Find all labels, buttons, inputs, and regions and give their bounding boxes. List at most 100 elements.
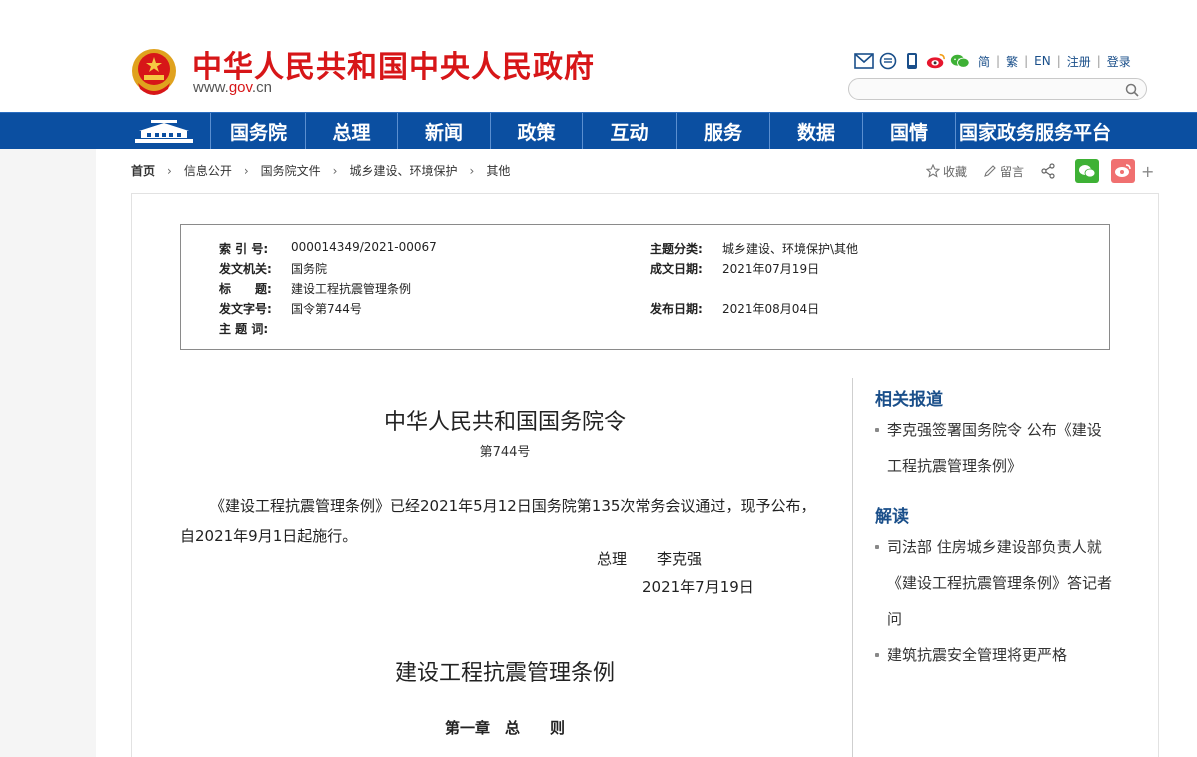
nav-item[interactable]: 数据	[770, 113, 863, 149]
interpretation-heading: 解读	[875, 507, 909, 527]
share-more-icon[interactable]: +	[1141, 162, 1154, 181]
order-title: 中华人民共和国国务院令	[383, 410, 626, 435]
register-link[interactable]: 注册	[1067, 53, 1091, 70]
meta-created-label: 成文日期:	[650, 262, 703, 276]
signature-name: 总理 李克强	[597, 550, 703, 568]
breadcrumb-link[interactable]: 国务院文件	[261, 162, 321, 179]
breadcrumb-separator-icon: ›	[243, 163, 249, 178]
site-header: 中华人民共和国中央人民政府 www.gov.cn 简 | 繁 | EN | 注册…	[0, 0, 1197, 112]
meta-docno-label: 发文字号:	[219, 302, 272, 316]
separator: |	[1024, 54, 1029, 68]
meta-topic-label: 主题分类:	[650, 242, 703, 256]
share-tools: 收藏 留言 +	[926, 159, 1154, 183]
nav-item[interactable]: 总理	[306, 113, 398, 149]
nav-item[interactable]: 新闻	[398, 113, 491, 149]
meta-published-value: 2021年08月04日	[722, 302, 820, 316]
sidebar-link[interactable]: 李克强签署国务院令 公布《建设工程抗震管理条例》	[875, 412, 1115, 484]
related-reports-list: 李克强签署国务院令 公布《建设工程抗震管理条例》	[875, 412, 1115, 484]
signature-date: 2021年7月19日	[642, 578, 754, 596]
meta-created-value: 2021年07月19日	[722, 262, 820, 276]
wechat-icon[interactable]	[950, 51, 970, 71]
document-meta: 索 引 号: 000014349/2021-00067 主题分类: 城乡建设、环…	[180, 224, 1110, 350]
nav-items: 国务院 总理 新闻 政策 互动 服务 数据 国情 国家政务服务平台	[212, 113, 1114, 149]
meta-title-label: 标 题:	[219, 282, 272, 296]
meta-docno-value: 国令第744号	[291, 302, 362, 316]
share-wechat-icon[interactable]	[1075, 159, 1100, 183]
regulation-title: 建设工程抗震管理条例	[394, 661, 615, 686]
nav-item[interactable]: 服务	[677, 113, 770, 149]
meta-published-row: 发布日期: 2021年08月04日	[650, 300, 819, 317]
meta-index-row: 索 引 号: 000014349/2021-00067	[219, 240, 437, 257]
favorite-label: 收藏	[943, 164, 968, 179]
comment-button[interactable]: 留言	[983, 163, 1024, 180]
mobile-icon[interactable]	[902, 51, 922, 71]
url-gov: gov	[228, 79, 252, 96]
mail-icon[interactable]	[854, 51, 874, 71]
order-paragraph: 《建设工程抗震管理条例》已经2021年5月12日国务院第135次常务会议通过，现…	[180, 497, 816, 545]
meta-index-label: 索 引 号:	[219, 242, 269, 256]
lang-simplified-link[interactable]: 简	[978, 53, 990, 70]
meta-issuer-row: 发文机关: 国务院	[219, 260, 327, 277]
language-links: 简 | 繁 | EN | 注册 | 登录	[978, 53, 1131, 70]
nav-item[interactable]: 国家政务服务平台	[956, 113, 1114, 149]
meta-title-value: 建设工程抗震管理条例	[291, 282, 412, 296]
breadcrumb: 首页 › 信息公开 › 国务院文件 › 城乡建设、环境保护 › 其他	[131, 162, 510, 179]
meta-index-value: 000014349/2021-00067	[291, 240, 437, 254]
url-cn: .cn	[251, 79, 272, 96]
nav-item[interactable]: 国务院	[212, 113, 306, 149]
separator: |	[1056, 54, 1061, 68]
national-emblem-icon	[132, 49, 176, 95]
meta-docno-row: 发文字号: 国令第744号	[219, 300, 362, 317]
sidebar-link[interactable]: 建筑抗震安全管理将更严格	[875, 637, 1115, 673]
order-number: 第744号	[479, 445, 531, 460]
site-url: www.gov.cn	[193, 79, 272, 96]
share-weibo-icon[interactable]	[1111, 159, 1136, 183]
separator: |	[1096, 54, 1101, 68]
breadcrumb-link[interactable]: 城乡建设、环境保护	[349, 162, 457, 179]
meta-title-row: 标 题: 建设工程抗震管理条例	[219, 280, 411, 297]
top-tools: 简 | 繁 | EN | 注册 | 登录	[854, 50, 1131, 72]
search-input[interactable]	[859, 81, 1119, 97]
meta-topic-row: 主题分类: 城乡建设、环境保护\其他	[650, 240, 858, 257]
breadcrumb-link[interactable]: 首页	[131, 162, 155, 179]
nav-item[interactable]: 国情	[863, 113, 956, 149]
share-icon	[1041, 163, 1055, 179]
login-link[interactable]: 登录	[1107, 53, 1131, 70]
page: 中华人民共和国中央人民政府 www.gov.cn 简 | 繁 | EN | 注册…	[0, 0, 1197, 757]
meta-topic-value: 城乡建设、环境保护\其他	[722, 242, 859, 256]
interpretation-list: 司法部 住房城乡建设部负责人就《建设工程抗震管理条例》答记者问 建筑抗震安全管理将…	[875, 529, 1115, 673]
meta-created-row: 成文日期: 2021年07月19日	[650, 260, 819, 277]
meta-published-label: 发布日期:	[650, 302, 703, 316]
search-box	[848, 78, 1147, 100]
chapter-heading: 第一章 总 则	[444, 719, 565, 737]
meta-keywords-row: 主 题 词:	[219, 320, 291, 337]
separator: |	[996, 54, 1001, 68]
message-icon[interactable]	[878, 51, 898, 71]
breadcrumb-separator-icon: ›	[167, 163, 172, 178]
weibo-icon[interactable]	[926, 51, 946, 71]
meta-issuer-value: 国务院	[291, 262, 328, 276]
star-icon	[926, 164, 940, 178]
sidebar-link[interactable]: 司法部 住房城乡建设部负责人就《建设工程抗震管理条例》答记者问	[875, 529, 1115, 637]
sidebar-divider	[852, 378, 853, 757]
pencil-icon	[984, 165, 996, 177]
related-reports-heading: 相关报道	[875, 390, 943, 410]
url-www: www.	[193, 79, 229, 96]
left-gutter	[0, 149, 96, 757]
lang-traditional-link[interactable]: 繁	[1006, 53, 1018, 70]
favorite-button[interactable]: 收藏	[926, 163, 967, 180]
breadcrumb-link[interactable]: 信息公开	[184, 162, 232, 179]
tiananmen-icon[interactable]	[118, 113, 211, 149]
breadcrumb-link[interactable]: 其他	[486, 162, 510, 179]
lang-english-link[interactable]: EN	[1034, 54, 1051, 68]
breadcrumb-separator-icon: ›	[332, 163, 338, 178]
comment-label: 留言	[1000, 164, 1025, 179]
meta-keywords-label: 主 题 词:	[219, 322, 269, 336]
nav-item[interactable]: 互动	[583, 113, 677, 149]
main-nav: 国务院 总理 新闻 政策 互动 服务 数据 国情 国家政务服务平台	[0, 112, 1197, 149]
search-icon[interactable]	[1124, 82, 1140, 98]
meta-issuer-label: 发文机关:	[219, 262, 272, 276]
nav-item[interactable]: 政策	[491, 113, 583, 149]
share-button[interactable]	[1040, 163, 1059, 179]
breadcrumb-separator-icon: ›	[469, 163, 475, 178]
